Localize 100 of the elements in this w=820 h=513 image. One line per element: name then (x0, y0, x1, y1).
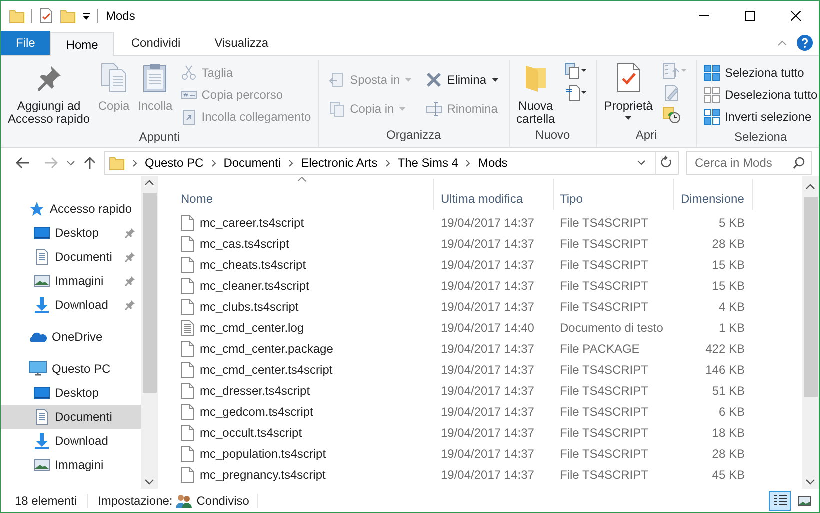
scissors-icon (180, 65, 197, 81)
file-name[interactable]: mc_cmd_center.package (200, 340, 334, 358)
pin-icon (125, 276, 135, 286)
file-icon (181, 236, 194, 252)
search-field[interactable]: Cerca in Mods (686, 151, 812, 175)
file-icon (181, 256, 194, 272)
address-bar[interactable]: Questo PC Documenti Electronic Arts The Sims 4 Mods (104, 151, 679, 175)
ribbon-button[interactable]: Inverti selezione (700, 106, 819, 128)
column-header[interactable]: Dimensione (674, 179, 753, 210)
file-name[interactable]: mc_career.ts4script (200, 214, 304, 232)
breadcrumb[interactable]: Documenti (224, 154, 282, 172)
help-icon[interactable] (797, 35, 813, 51)
details-view-button[interactable] (769, 490, 791, 510)
column-header[interactable]: Tipo (554, 179, 674, 210)
new-document-icon[interactable] (564, 84, 588, 102)
table-cell-text: 19/04/2017 14:37 (440, 466, 536, 484)
ribbon-button[interactable]: Proprietà (601, 60, 656, 126)
sidebar-item[interactable]: Questo PC (1, 357, 141, 381)
column-header[interactable]: Ultima modifica (434, 179, 554, 210)
column-header[interactable]: Nome (171, 179, 434, 210)
scrollbar[interactable] (802, 176, 819, 489)
window-title: Mods (106, 8, 136, 25)
table-cell-text: File PACKAGE (559, 340, 641, 358)
sidebar-item[interactable]: OneDrive (1, 325, 141, 349)
ribbon-button[interactable]: Seleziona tutto (700, 62, 819, 84)
sidebar-item[interactable]: Download (1, 293, 141, 317)
table-cell-text: 28 KB (711, 446, 746, 462)
file-name[interactable]: mc_clubs.ts4script (200, 298, 299, 316)
sharing-label: Impostazione: (98, 492, 173, 510)
file-name[interactable]: mc_cmd_center.ts4script (200, 360, 333, 378)
sidebar-item[interactable]: Documenti (1, 245, 141, 269)
delete-icon (426, 72, 442, 88)
text-file-icon (181, 320, 194, 336)
file-name[interactable]: mc_occult.ts4script (200, 424, 302, 442)
file-name[interactable]: mc_cleaner.ts4script (200, 276, 310, 294)
dropdown-icon[interactable] (82, 12, 91, 20)
desktop-icon (34, 225, 50, 241)
ribbon-button[interactable]: Elimina (423, 69, 502, 91)
select-none-icon (704, 87, 720, 103)
file-icon (181, 298, 194, 314)
breadcrumb[interactable]: Questo PC (145, 154, 204, 172)
file-name[interactable]: mc_cas.ts4script (200, 234, 290, 252)
shortcut-icon (180, 109, 197, 125)
table-cell-text: File TS4SCRIPT (559, 404, 650, 420)
ribbon-tab[interactable]: Visualizza (198, 31, 286, 55)
rename-icon (426, 101, 442, 117)
sidebar-item[interactable]: Immagini (1, 269, 141, 293)
scroll-up-icon[interactable] (806, 184, 815, 190)
file-name[interactable]: mc_population.ts4script (200, 444, 326, 462)
table-cell-text: 19/04/2017 14:37 (440, 340, 536, 358)
scroll-up-icon[interactable] (145, 180, 154, 186)
scrollbar[interactable] (141, 176, 158, 489)
ribbon-tab[interactable]: Home (50, 32, 114, 56)
table-cell-text: File TS4SCRIPT (559, 236, 650, 252)
file-name[interactable]: mc_gedcom.ts4script (200, 402, 314, 420)
scroll-down-icon[interactable] (806, 479, 815, 485)
new-item-icon[interactable] (564, 62, 588, 80)
ribbon-button[interactable]: Nuova cartella (514, 60, 558, 126)
ribbon-tab[interactable]: Condividi (114, 31, 198, 55)
sidebar-item[interactable]: Desktop (1, 221, 141, 245)
search-icon (793, 157, 805, 169)
file-name[interactable]: mc_cmd_center.log (200, 318, 304, 336)
breadcrumb[interactable]: The Sims 4 (398, 154, 458, 172)
move-icon (329, 72, 346, 88)
scroll-down-icon[interactable] (145, 479, 154, 485)
ribbon-button[interactable]: Deseleziona tutto (700, 84, 819, 106)
table-cell-text: 19/04/2017 14:37 (440, 382, 536, 400)
properties-icon[interactable] (38, 8, 54, 24)
breadcrumb[interactable]: Electronic Arts (301, 154, 378, 172)
file-name[interactable]: mc_dresser.ts4script (200, 382, 310, 400)
table-cell-text: 51 KB (711, 382, 746, 400)
download-icon (34, 433, 50, 449)
file-name[interactable]: mc_pregnancy.ts4script (200, 466, 326, 484)
item-count: 18 elementi (15, 492, 78, 510)
sidebar-item[interactable]: Download (1, 429, 141, 453)
up-arrow-icon (84, 156, 96, 170)
table-cell-text: File TS4SCRIPT (559, 446, 650, 462)
sidebar-item[interactable]: Desktop (1, 381, 141, 405)
table-cell-text: 28 KB (711, 236, 746, 252)
file-icon (181, 362, 194, 378)
sidebar-item[interactable]: Accesso rapido (1, 197, 141, 221)
file-name[interactable]: mc_cheats.ts4script (200, 256, 306, 274)
table-cell-text: 19/04/2017 14:37 (440, 404, 536, 420)
collapse-ribbon-icon[interactable] (778, 40, 787, 46)
pin-icon (125, 228, 135, 238)
ribbon-button[interactable]: Aggiungi ad Accesso rapido (5, 60, 94, 128)
group-label: Seleziona (733, 129, 788, 146)
pin-icon (125, 300, 135, 310)
sidebar-item[interactable]: Documenti (1, 405, 141, 429)
table-cell-text: File TS4SCRIPT (559, 256, 650, 274)
table-cell-text: File TS4SCRIPT (559, 466, 650, 484)
table-cell-text: 45 KB (711, 466, 746, 484)
file-tab[interactable]: File (1, 31, 50, 55)
sidebar-item[interactable]: Immagini (1, 453, 141, 477)
table-cell-text: File TS4SCRIPT (559, 382, 650, 400)
caret-icon (399, 107, 406, 111)
table-cell-text: 19/04/2017 14:37 (440, 298, 536, 316)
chevron-icon (212, 160, 216, 166)
group-label: Apri (634, 127, 658, 144)
breadcrumb[interactable]: Mods (478, 154, 508, 172)
